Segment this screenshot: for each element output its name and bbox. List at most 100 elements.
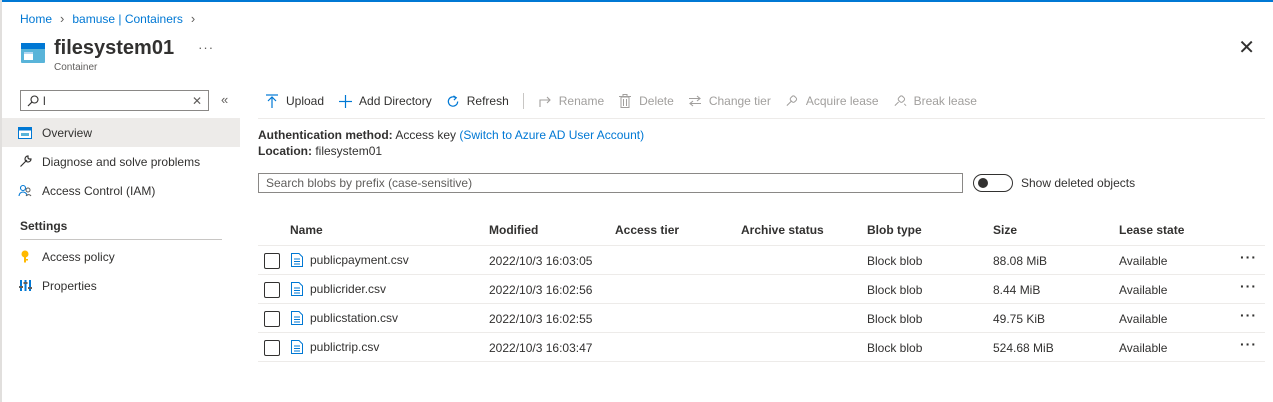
delete-button[interactable]: Delete (618, 94, 674, 108)
refresh-button[interactable]: Refresh (446, 94, 509, 108)
show-deleted-toggle[interactable] (973, 174, 1013, 192)
size-cell: 49.75 KiB (993, 312, 1046, 326)
break-lease-label: Break lease (913, 94, 977, 108)
row-checkbox[interactable] (264, 282, 280, 298)
lease-state-cell: Available (1119, 283, 1168, 297)
row-more-icon[interactable]: ··· (1240, 249, 1257, 265)
file-name: publicstation.csv (310, 311, 399, 325)
modified-cell: 2022/10/3 16:02:55 (489, 312, 593, 326)
breadcrumb: Home › bamuse | Containers › (20, 11, 203, 26)
close-icon[interactable]: ✕ (1238, 38, 1255, 58)
sidebar-item-properties[interactable]: Properties (2, 271, 240, 300)
row-checkbox[interactable] (264, 340, 280, 356)
page-header: filesystem01 Container ··· (20, 36, 214, 73)
table-row[interactable]: publictrip.csv 2022/10/3 16:03:47 Block … (258, 333, 1265, 362)
upload-label: Upload (286, 94, 325, 108)
file-name: publicrider.csv (310, 282, 387, 296)
people-icon (18, 184, 32, 198)
blob-search-box[interactable] (258, 173, 963, 193)
blob-type-cell: Block blob (867, 283, 923, 297)
delete-label: Delete (639, 94, 674, 108)
change-tier-label: Change tier (708, 94, 771, 108)
modified-cell: 2022/10/3 16:03:47 (489, 341, 593, 355)
column-header-access-tier[interactable]: Access tier (615, 223, 679, 237)
toolbar-divider (258, 118, 1265, 119)
wrench-icon (18, 155, 32, 169)
auth-value: Access key (395, 128, 457, 142)
column-header-archive-status[interactable]: Archive status (741, 223, 824, 237)
change-tier-button[interactable]: Change tier (688, 94, 771, 108)
menu-search-input[interactable] (43, 93, 192, 108)
broken-link-icon (893, 94, 907, 108)
file-name-link[interactable]: publicrider.csv (291, 282, 386, 296)
row-checkbox[interactable] (264, 311, 280, 327)
divider (20, 239, 222, 240)
blob-search-input[interactable] (266, 176, 955, 190)
settings-section-heading: Settings (20, 219, 68, 233)
sidebar-item-access-policy[interactable]: Access policy (2, 242, 240, 271)
upload-button[interactable]: Upload (265, 94, 324, 108)
file-name-link[interactable]: publicpayment.csv (291, 253, 409, 267)
toolbar-separator (522, 93, 524, 109)
top-accent-line (0, 0, 1273, 2)
table-row[interactable]: publicpayment.csv 2022/10/3 16:03:05 Blo… (258, 246, 1265, 275)
sidebar-item-label: Access Control (IAM) (42, 183, 156, 198)
location-info: Location: filesystem01 (258, 144, 382, 158)
container-icon (21, 43, 45, 63)
file-name-link[interactable]: publictrip.csv (291, 340, 379, 354)
rename-icon (538, 94, 552, 108)
file-name-link[interactable]: publicstation.csv (291, 311, 398, 325)
swap-arrows-icon (688, 94, 702, 108)
row-more-icon[interactable]: ··· (1240, 307, 1257, 323)
file-icon (291, 311, 303, 325)
file-name: publicpayment.csv (310, 253, 409, 267)
add-directory-label: Add Directory (359, 94, 432, 108)
modified-cell: 2022/10/3 16:03:05 (489, 254, 593, 268)
file-icon (291, 253, 303, 267)
file-icon (291, 282, 303, 296)
location-value: filesystem01 (315, 144, 383, 158)
chevron-right-icon: › (60, 11, 65, 26)
row-more-icon[interactable]: ··· (1240, 278, 1257, 294)
file-icon (291, 340, 303, 354)
column-header-modified[interactable]: Modified (489, 223, 538, 237)
sidebar-item-label: Access policy (42, 249, 115, 264)
acquire-lease-button[interactable]: Acquire lease (785, 94, 879, 108)
table-row[interactable]: publicstation.csv 2022/10/3 16:02:55 Blo… (258, 304, 1265, 333)
row-more-icon[interactable]: ··· (1240, 336, 1257, 352)
table-row[interactable]: publicrider.csv 2022/10/3 16:02:56 Block… (258, 275, 1265, 304)
menu-search-box[interactable]: ✕ (20, 90, 209, 111)
overview-icon (18, 126, 32, 140)
rename-button[interactable]: Rename (538, 94, 604, 108)
break-lease-button[interactable]: Break lease (893, 94, 977, 108)
blob-type-cell: Block blob (867, 341, 923, 355)
page-subtitle: Container (54, 62, 98, 73)
column-header-lease-state[interactable]: Lease state (1119, 223, 1184, 237)
trash-icon (618, 94, 632, 108)
lease-state-cell: Available (1119, 312, 1168, 326)
more-options-icon[interactable]: ··· (198, 40, 214, 55)
sidebar-item-diagnose[interactable]: Diagnose and solve problems (2, 147, 240, 176)
clear-search-icon[interactable]: ✕ (192, 94, 202, 108)
command-bar: Upload Add Directory Refresh Rename Dele… (265, 92, 991, 110)
key-icon (18, 250, 32, 264)
authentication-method: Authentication method: Access key (Switc… (258, 128, 644, 142)
sidebar-item-access-control[interactable]: Access Control (IAM) (2, 176, 240, 205)
collapse-menu-icon[interactable]: « (221, 92, 228, 107)
switch-auth-link[interactable]: (Switch to Azure AD User Account) (459, 128, 644, 142)
show-deleted-label: Show deleted objects (1021, 176, 1136, 190)
column-header-name[interactable]: Name (290, 223, 323, 237)
row-checkbox[interactable] (264, 253, 280, 269)
location-label: Location: (258, 144, 312, 158)
size-cell: 88.08 MiB (993, 254, 1048, 268)
add-directory-button[interactable]: Add Directory (338, 94, 432, 108)
toggle-knob (978, 178, 988, 188)
column-header-size[interactable]: Size (993, 223, 1017, 237)
sidebar-item-overview[interactable]: Overview (2, 118, 240, 147)
breadcrumb-account[interactable]: bamuse | Containers (72, 12, 183, 26)
acquire-lease-label: Acquire lease (805, 94, 879, 108)
rename-label: Rename (558, 94, 605, 108)
column-header-blob-type[interactable]: Blob type (867, 223, 922, 237)
breadcrumb-home[interactable]: Home (20, 12, 52, 26)
refresh-label: Refresh (466, 94, 509, 108)
